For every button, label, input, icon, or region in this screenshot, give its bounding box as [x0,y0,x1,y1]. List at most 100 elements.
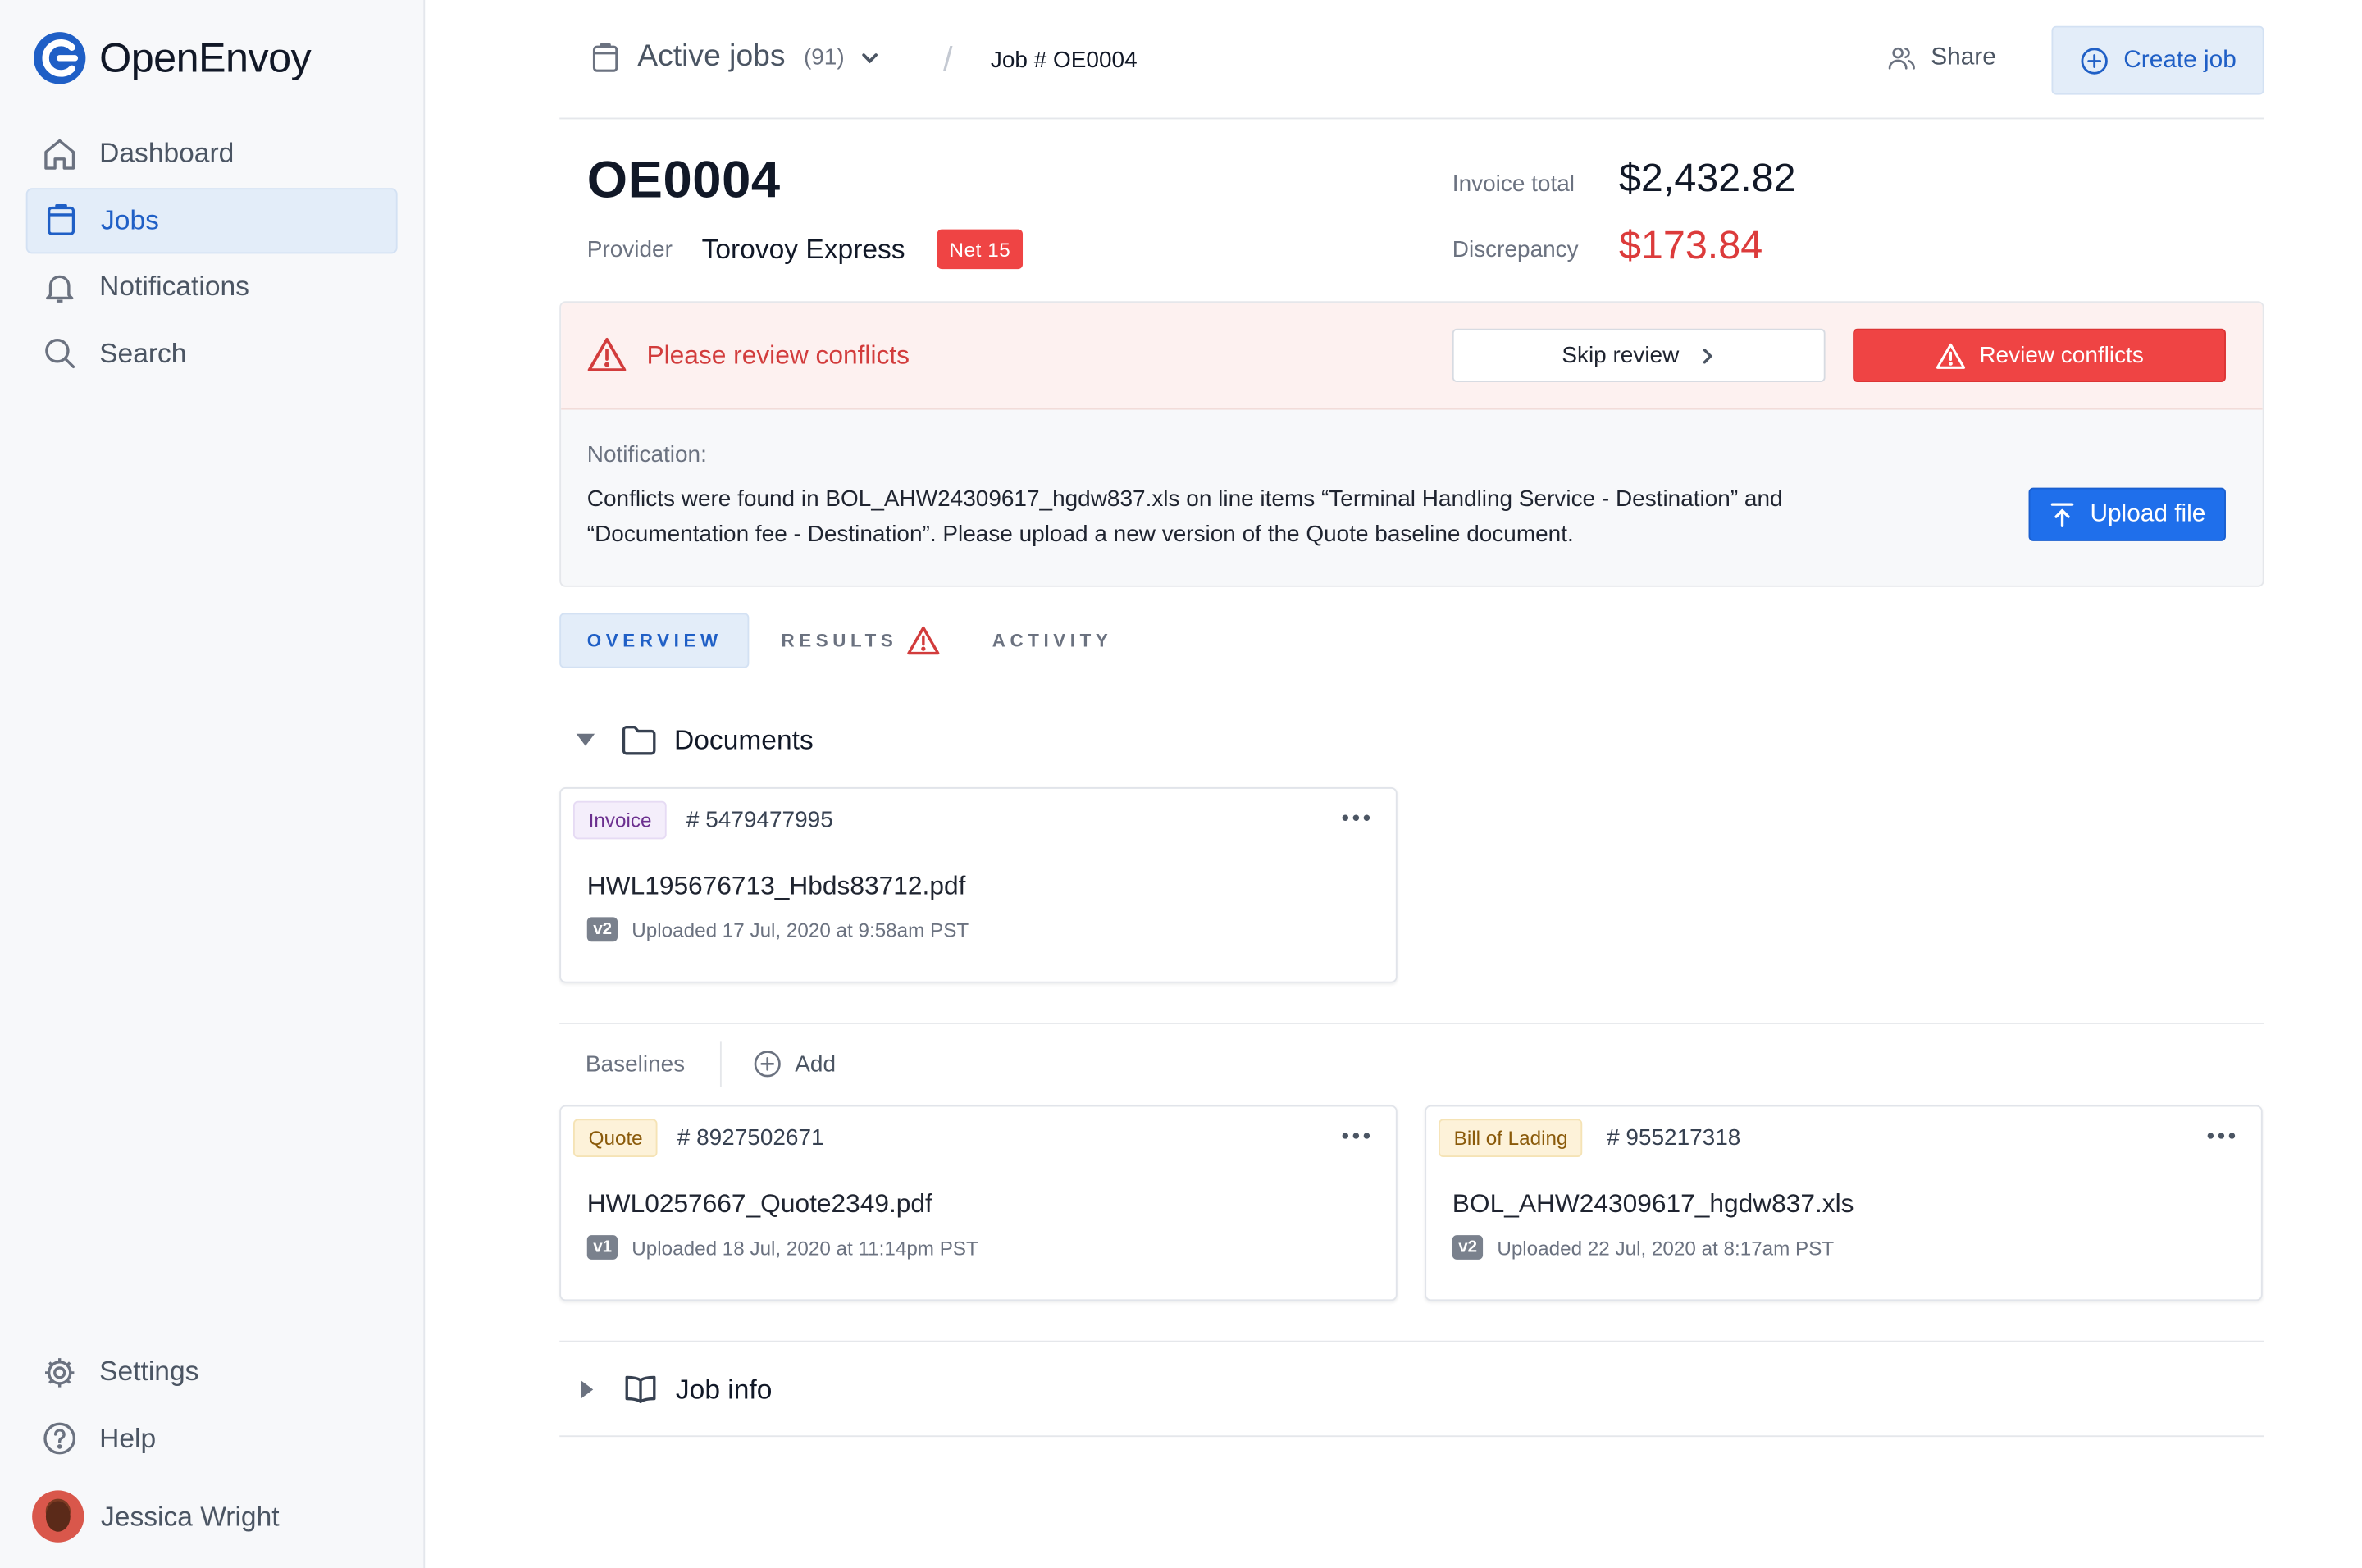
upload-timestamp: Uploaded 22 Jul, 2020 at 8:17am PST [1497,1236,1835,1260]
add-baseline-button[interactable]: Add [752,1049,836,1079]
document-type-badge: Quote [573,1119,659,1158]
bell-icon [46,274,74,302]
tab-overview[interactable]: OVERVIEW [559,613,750,668]
users-icon [1888,47,1915,70]
section-divider [559,1023,2264,1024]
add-baseline-label: Add [795,1051,837,1078]
home-icon [44,138,75,169]
document-filename[interactable]: HWL195676713_Hbds83712.pdf [587,871,966,901]
baselines-separator [719,1041,722,1087]
sidebar-item-label: Notifications [99,270,249,302]
document-meta: v2 Uploaded 17 Jul, 2020 at 9:58am PST [586,917,969,942]
openenvoy-logo-icon [34,32,86,84]
create-job-button[interactable]: Create job [2051,25,2264,95]
breadcrumb-root: Active jobs [637,39,786,74]
sidebar: OpenEnvoy Dashboard Jobs Notifications S… [0,0,426,1568]
chevron-right-icon [1703,348,1713,363]
document-type-badge: Invoice [573,800,668,840]
alert-header: Please review conflicts Skip review Revi… [561,303,2263,410]
version-badge: v1 [586,1235,618,1260]
document-filename[interactable]: BOL_AHW24309617_hgdw837.xls [1452,1189,1854,1219]
gear-icon [44,1357,75,1387]
document-number: # 5479477995 [686,807,833,833]
logo[interactable]: OpenEnvoy [32,30,312,85]
sidebar-item-notifications[interactable]: Notifications [26,253,398,319]
notification-text: Conflicts were found in BOL_AHW24309617_… [586,485,1783,548]
quote-baseline-card[interactable]: Quote # 8927502671 HWL0257667_Quote2349.… [559,1105,1398,1301]
notification-label: Notification: [586,441,707,468]
header-divider [559,117,2264,120]
document-meta: v2 Uploaded 22 Jul, 2020 at 8:17am PST [1452,1235,1834,1260]
tab-activity[interactable]: ACTIVITY [992,613,1113,668]
sidebar-item-label: Help [99,1422,157,1453]
sidebar-item-label: Settings [99,1356,199,1387]
sidebar-item-dashboard[interactable]: Dashboard [26,121,398,186]
review-conflicts-label: Review conflicts [1979,342,2144,369]
tab-label: OVERVIEW [586,629,723,652]
app-name: OpenEnvoy [99,34,312,80]
warning-icon [587,337,627,371]
section-divider [559,1340,2264,1342]
upload-timestamp: Uploaded 17 Jul, 2020 at 9:58am PST [632,918,969,941]
clipboard-icon [592,43,618,71]
documents-section-toggle[interactable]: Documents [576,723,814,757]
more-options-icon[interactable] [1341,1131,1371,1140]
help-icon [43,1422,76,1455]
sidebar-item-label: Jobs [101,203,159,235]
sidebar-item-search[interactable]: Search [26,321,398,386]
sidebar-item-jobs[interactable]: Jobs [25,187,398,253]
job-info-title: Job info [675,1373,773,1405]
breadcrumb-count: (91) [803,44,845,71]
clipboard-icon [47,204,75,235]
plus-circle-icon [2081,47,2108,74]
job-info-section-toggle[interactable]: Job info [577,1373,773,1406]
warning-icon [1936,342,1965,368]
upload-timestamp: Uploaded 18 Jul, 2020 at 11:14pm PST [632,1236,978,1260]
version-badge: v2 [1452,1235,1484,1260]
sidebar-item-help[interactable]: Help [26,1406,398,1471]
page-title: OE0004 [586,151,781,210]
sidebar-nav: Dashboard Jobs Notifications Search [25,121,398,386]
baselines-label: Baselines [585,1051,686,1078]
chevron-down-icon [863,52,878,63]
discrepancy-value: $173.84 [1618,221,1763,268]
sidebar-bottom-nav: Settings Help [26,1339,398,1472]
warning-icon [907,626,940,655]
provider-label: Provider [586,236,673,263]
skip-review-button[interactable]: Skip review [1452,328,1826,382]
provider-name: Torovoy Express [701,234,905,265]
document-number: # 955217318 [1607,1124,1741,1151]
sidebar-item-settings[interactable]: Settings [26,1339,398,1405]
user-name: Jessica Wright [101,1500,280,1531]
invoice-total-value: $2,432.82 [1618,154,1796,201]
invoice-document-card[interactable]: Invoice # 5479477995 HWL195676713_Hbds83… [559,786,1398,983]
more-options-icon[interactable] [1341,814,1371,823]
user-profile[interactable]: Jessica Wright [32,1490,280,1543]
more-options-icon[interactable] [2206,1131,2237,1140]
version-badge: v2 [586,917,618,942]
upload-file-button[interactable]: Upload file [2028,487,2226,541]
upload-file-label: Upload file [2090,500,2206,527]
plus-circle-icon [754,1051,781,1078]
document-type-badge: Bill of Lading [1439,1119,1584,1158]
share-label: Share [1931,44,1996,71]
tab-results[interactable]: RESULTS [782,613,941,668]
review-conflicts-button[interactable]: Review conflicts [1853,328,2226,382]
share-button[interactable]: Share [1886,43,1996,73]
conflict-alert: Please review conflicts Skip review Revi… [559,301,2264,587]
skip-review-label: Skip review [1562,342,1680,369]
avatar [32,1490,84,1543]
sidebar-item-label: Search [99,337,187,368]
upload-icon [2051,502,2074,526]
book-icon [625,1375,656,1403]
tab-label: RESULTS [781,629,898,652]
app-root: OpenEnvoy Dashboard Jobs Notifications S… [0,0,2362,1568]
breadcrumb-separator: / [943,39,953,79]
topbar: Active jobs (91) / Job # OE0004 Share Cr… [559,25,2264,95]
caret-down-icon [576,733,595,746]
invoice-total-label: Invoice total [1452,171,1575,198]
document-filename[interactable]: HWL0257667_Quote2349.pdf [587,1189,932,1219]
breadcrumb[interactable]: Active jobs (91) [589,39,882,75]
bill-of-lading-baseline-card[interactable]: Bill of Lading # 955217318 BOL_AHW243096… [1425,1105,2263,1301]
sidebar-item-label: Dashboard [99,137,235,169]
